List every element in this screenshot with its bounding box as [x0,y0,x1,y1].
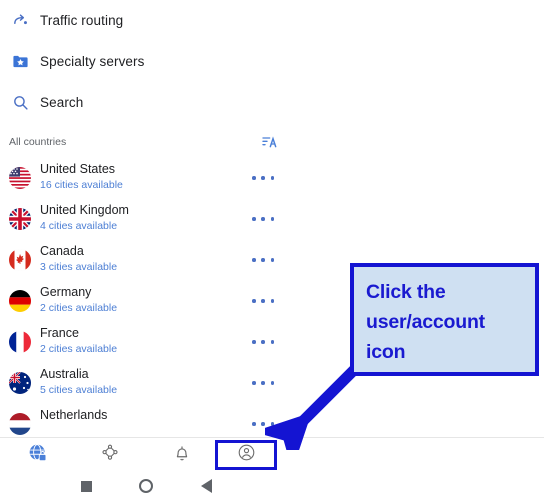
home-circle-icon[interactable] [132,472,160,500]
section-title: All countries [9,136,67,148]
search-icon [0,94,40,111]
table-row[interactable]: United States 16 cities available [0,158,292,199]
row-more-options-button[interactable] [252,171,274,185]
country-subtitle: 16 cities available [40,179,123,191]
menu-item-specialty-servers[interactable]: Specialty servers [0,41,292,82]
section-header: All countries [0,130,292,154]
country-name: Canada [40,244,84,258]
country-subtitle: 3 cities available [40,261,118,273]
flag-au-icon [9,372,31,394]
android-system-nav [0,472,544,500]
flag-fr-icon [9,331,31,353]
table-row[interactable]: Germany 2 cities available [0,281,292,322]
flag-gb-icon [9,208,31,230]
country-name: France [40,326,79,340]
flag-nl-icon [9,413,31,435]
annotation-callout-text: Click the user/account icon [366,281,485,363]
table-row[interactable]: France 2 cities available [0,322,292,363]
flag-us-icon [9,167,31,189]
country-name: Germany [40,285,92,299]
country-name: Netherlands [40,408,108,422]
table-row[interactable]: Netherlands [0,404,292,437]
mesh-net-icon [100,443,120,468]
row-more-options-button[interactable] [252,212,274,226]
country-name: United Kingdom [40,203,129,217]
back-triangle-icon[interactable] [192,472,220,500]
annotation-highlight-box [215,440,277,470]
nav-item-mesh-network[interactable] [87,438,133,472]
country-subtitle: 2 cities available [40,302,118,314]
menu-item-label: Specialty servers [40,54,145,69]
row-more-options-button[interactable] [252,335,274,349]
specialty-servers-icon [0,53,40,70]
menu-item-traffic-routing[interactable]: Traffic routing [0,0,292,41]
country-list[interactable]: United States 16 cities available United… [0,158,292,437]
vpn-globe-icon [28,443,48,468]
recents-square-icon[interactable] [72,472,100,500]
flag-de-icon [9,290,31,312]
country-subtitle: 4 cities available [40,220,118,232]
country-name: Australia [40,367,89,381]
sort-alphabetical-icon[interactable] [258,132,280,152]
row-more-options-button[interactable] [252,376,274,390]
screen: Traffic routing Specialty servers Search [0,0,544,500]
menu-item-label: Search [40,95,84,110]
table-row[interactable]: Canada 3 cities available [0,240,292,281]
alerts-bell-icon [172,443,192,468]
country-name: United States [40,162,116,176]
table-row[interactable]: United Kingdom 4 cities available [0,199,292,240]
row-more-options-button[interactable] [252,294,274,308]
row-more-options-button[interactable] [252,417,274,431]
menu-item-label: Traffic routing [40,13,124,28]
country-subtitle: 5 cities available [40,384,118,396]
app-content: Traffic routing Specialty servers Search [0,0,292,437]
menu-item-search[interactable]: Search [0,82,292,123]
traffic-routing-icon [0,12,40,29]
annotation-callout: Click the user/account icon [350,263,539,376]
nav-item-vpn[interactable] [15,438,61,472]
row-more-options-button[interactable] [252,253,274,267]
flag-ca-icon [9,249,31,271]
table-row[interactable]: Australia 5 cities available [0,363,292,404]
country-subtitle: 2 cities available [40,343,118,355]
nav-item-alerts[interactable] [159,438,205,472]
